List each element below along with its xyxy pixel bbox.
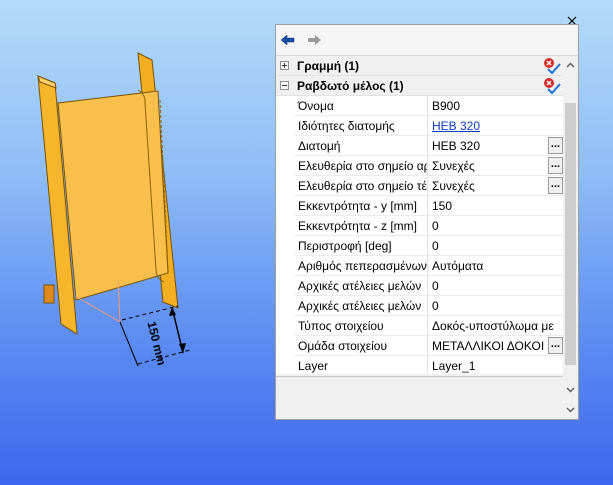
property-row[interactable]: Τύπος στοιχείου Δοκός-υποστύλωμα με	[294, 316, 563, 336]
property-value[interactable]: 0	[428, 236, 563, 256]
browse-button[interactable]: ...	[548, 177, 563, 194]
support-block	[43, 284, 55, 304]
expand-icon[interactable]	[280, 61, 289, 70]
property-row[interactable]: Περιστροφή [deg] 0	[294, 236, 563, 256]
property-name: Εκκεντρότητα - y [mm]	[294, 196, 428, 216]
property-value[interactable]: 0	[428, 296, 563, 316]
description-area	[276, 376, 563, 419]
property-name: Layer	[294, 356, 428, 374]
dimension-extension	[121, 305, 179, 321]
property-name: Όνομα	[294, 96, 428, 116]
property-name: Διατομή	[294, 136, 428, 156]
dimension-extension	[119, 321, 139, 367]
property-row[interactable]: Ομάδα στοιχείου ΜΕΤΑΛΛΙΚΟΙ ΔΟΚΟΙ ...	[294, 336, 563, 356]
property-value[interactable]: 150	[428, 196, 563, 216]
scroll-up-icon[interactable]	[563, 58, 578, 73]
property-name: Τύπος στοιχείου	[294, 316, 428, 336]
property-name: Ομάδα στοιχείου	[294, 336, 428, 356]
property-row[interactable]: Εκκεντρότητα - y [mm] 150	[294, 196, 563, 216]
vertical-scrollbar[interactable]	[563, 56, 578, 419]
property-name: Ιδιότητες διατομής	[294, 116, 428, 136]
property-value[interactable]: 0	[428, 276, 563, 296]
property-row[interactable]: Ελευθερία στο σημείο τέ Συνεχές ...	[294, 176, 563, 196]
property-row[interactable]: Layer Layer_1	[294, 356, 563, 374]
property-value[interactable]: Αυτόματα	[428, 256, 563, 276]
panel-toolbar	[276, 25, 578, 56]
property-name: Αρχικές ατέλειες μελών	[294, 276, 428, 296]
arrow-right-icon[interactable]	[306, 33, 322, 47]
property-row[interactable]: Αρχικές ατέλειες μελών 0	[294, 296, 563, 316]
group-label: Ραβδωτό μέλος (1)	[297, 79, 404, 93]
property-name: Εκκεντρότητα - z [mm]	[294, 216, 428, 236]
property-value[interactable]: Συνεχές	[428, 156, 563, 176]
property-name: Αρχικές ατέλειες μελών	[294, 296, 428, 316]
scroll-down-icon[interactable]	[563, 402, 578, 417]
property-value[interactable]: 0	[428, 216, 563, 236]
scroll-down-icon[interactable]	[563, 382, 578, 397]
property-name: Ελευθερία στο σημείο αρ	[294, 156, 428, 176]
property-row[interactable]: Αριθμός πεπερασμένων Αυτόματα	[294, 256, 563, 276]
browse-button[interactable]: ...	[548, 157, 563, 174]
property-row[interactable]: Όνομα B900	[294, 96, 563, 116]
group-label: Γραμμή (1)	[297, 59, 360, 73]
section-properties-link[interactable]: HEB 320	[428, 116, 563, 136]
scrollbar-thumb[interactable]	[565, 103, 576, 365]
property-name: Ελευθερία στο σημείο τέ	[294, 176, 428, 196]
arrow-left-icon[interactable]	[280, 33, 296, 47]
property-value[interactable]: Δοκός-υποστύλωμα με	[428, 316, 563, 336]
property-value[interactable]: B900	[428, 96, 563, 116]
property-value[interactable]: Συνεχές	[428, 176, 563, 196]
reference-line	[74, 295, 121, 323]
collapse-icon[interactable]	[280, 81, 289, 90]
delete-check-icon[interactable]	[543, 77, 561, 95]
property-row[interactable]: Ελευθερία στο σημείο αρ Συνεχές ...	[294, 156, 563, 176]
delete-check-icon[interactable]	[543, 57, 561, 75]
property-value[interactable]: Layer_1	[428, 356, 563, 374]
property-grid: Γραμμή (1) Ραβδωτό μέλος (1) Όνομα B900	[276, 56, 563, 374]
property-row[interactable]: Ιδιότητες διατομής HEB 320	[294, 116, 563, 136]
property-value[interactable]: ΜΕΤΑΛΛΙΚΟΙ ΔΟΚΟΙ	[428, 336, 563, 356]
group-row-line[interactable]: Γραμμή (1)	[276, 56, 563, 76]
property-row[interactable]: Αρχικές ατέλειες μελών 0	[294, 276, 563, 296]
property-row[interactable]: Διατομή HEB 320 ...	[294, 136, 563, 156]
property-name: Αριθμός πεπερασμένων	[294, 256, 428, 276]
browse-button[interactable]: ...	[548, 337, 563, 354]
property-row[interactable]: Εκκεντρότητα - z [mm] 0	[294, 216, 563, 236]
browse-button[interactable]: ...	[548, 137, 563, 154]
properties-panel: Γραμμή (1) Ραβδωτό μέλος (1) Όνομα B900	[275, 24, 579, 420]
property-name: Περιστροφή [deg]	[294, 236, 428, 256]
dimension-arrow	[179, 343, 186, 353]
property-value[interactable]: HEB 320	[428, 136, 563, 156]
group-row-member[interactable]: Ραβδωτό μέλος (1)	[276, 76, 563, 96]
